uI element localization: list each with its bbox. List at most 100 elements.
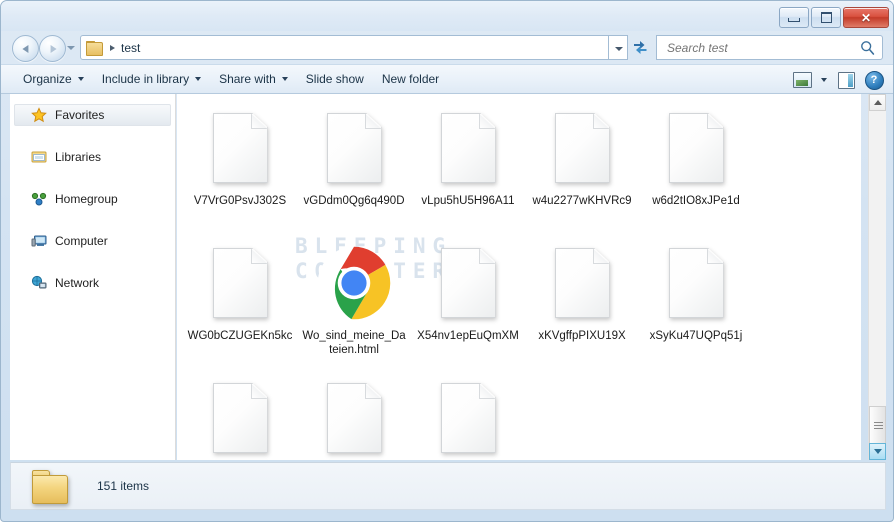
sidebar-item-homegroup[interactable]: Homegroup bbox=[14, 188, 171, 210]
search-input[interactable] bbox=[665, 39, 849, 56]
close-icon: ✕ bbox=[860, 10, 872, 25]
file-list-pane[interactable]: BLEEPING COMPUTER V7VrG0PsvJ302S vGDdm0Q… bbox=[177, 94, 861, 460]
file-grid: V7VrG0PsvJ302S vGDdm0Qg6q490D vLpu5hU5H9… bbox=[177, 94, 861, 460]
forward-button[interactable] bbox=[39, 35, 66, 62]
file-name-label: xSyKu47UQPq51j bbox=[649, 330, 743, 342]
generic-file-icon bbox=[212, 248, 268, 318]
explorer-window: ✕ test Search test Organize Include in l… bbox=[0, 0, 894, 522]
homegroup-icon bbox=[31, 191, 47, 207]
generic-file-icon bbox=[440, 248, 496, 318]
file-name-label: vLpu5hU5H96A11 bbox=[421, 195, 515, 207]
help-icon: ? bbox=[864, 70, 884, 90]
address-bar[interactable]: test bbox=[80, 35, 609, 60]
status-bar: 151 items bbox=[10, 462, 886, 510]
folder-icon bbox=[32, 469, 72, 504]
file-tile[interactable]: xSyKu47UQPq51j bbox=[639, 237, 753, 372]
generic-file-icon bbox=[554, 248, 610, 318]
file-name-label: Wo_sind_meine_Dateien.html bbox=[302, 330, 406, 356]
search-icon[interactable] bbox=[860, 40, 875, 56]
scroll-up-arrow-icon bbox=[873, 100, 882, 105]
generic-file-icon bbox=[326, 113, 382, 183]
back-button[interactable] bbox=[12, 35, 39, 62]
file-name-label: WG0bCZUGEKn5kc bbox=[187, 330, 293, 342]
window-controls: ✕ bbox=[779, 7, 889, 28]
file-tile-ransom-note[interactable]: Wo_sind_meine_Dateien.html bbox=[297, 237, 411, 372]
file-tile[interactable]: xKVgffpPIXU19X bbox=[525, 237, 639, 372]
file-name-label: V7VrG0PsvJ302S bbox=[193, 195, 287, 207]
breadcrumb-test[interactable]: test bbox=[121, 41, 140, 55]
chrome-html-icon bbox=[317, 246, 391, 320]
scroll-up-button[interactable] bbox=[869, 94, 886, 111]
network-icon bbox=[31, 275, 47, 291]
file-name-label: vGDdm0Qg6q490D bbox=[303, 195, 405, 207]
vertical-scrollbar[interactable] bbox=[868, 94, 886, 460]
toolbar-include-in-library[interactable]: Include in library bbox=[93, 67, 210, 91]
sidebar-item-favorites[interactable]: Favorites bbox=[14, 104, 171, 126]
file-tile[interactable]: vLpu5hU5H96A11 bbox=[411, 102, 525, 237]
toolbar-slide-show[interactable]: Slide show bbox=[297, 67, 373, 91]
generic-file-icon bbox=[440, 383, 496, 453]
command-toolbar: Organize Include in library Share with S… bbox=[1, 64, 893, 94]
scrollbar-thumb[interactable] bbox=[869, 406, 886, 444]
file-tile[interactable]: X54nv1epEuQmXM bbox=[411, 237, 525, 372]
file-name-label: xKVgffpPIXU19X bbox=[538, 330, 626, 342]
view-options-icon bbox=[792, 72, 812, 88]
navigation-pane: Favorites Libraries Homegroup Computer N… bbox=[10, 94, 176, 460]
view-options-button[interactable] bbox=[789, 68, 815, 92]
computer-icon bbox=[31, 233, 47, 249]
file-tile[interactable]: y80F5V7giC12Sw bbox=[297, 372, 411, 460]
chevron-down-icon bbox=[195, 77, 202, 81]
toolbar-new-folder[interactable]: New folder bbox=[373, 67, 448, 91]
refresh-icon bbox=[634, 41, 647, 54]
sidebar-item-label: Favorites bbox=[55, 108, 105, 122]
generic-file-icon bbox=[554, 113, 610, 183]
file-tile[interactable]: vGDdm0Qg6q490D bbox=[297, 102, 411, 237]
sidebar-item-computer[interactable]: Computer bbox=[14, 230, 171, 252]
file-tile[interactable] bbox=[411, 372, 525, 460]
scroll-down-arrow-icon bbox=[873, 449, 882, 454]
toolbar-organize-label: Organize bbox=[23, 72, 72, 86]
search-box[interactable] bbox=[656, 35, 883, 60]
help-button[interactable]: ? bbox=[861, 68, 887, 92]
file-name-label: w4u2277wKHVRc9 bbox=[532, 195, 632, 207]
file-name-label: w6d2tIO8xJPe1d bbox=[652, 195, 740, 207]
sidebar-item-label: Libraries bbox=[55, 150, 102, 164]
file-tile[interactable]: w4u2277wKHVRc9 bbox=[525, 102, 639, 237]
toolbar-share-with-label: Share with bbox=[219, 72, 276, 86]
file-tile[interactable]: WG0bCZUGEKn5kc bbox=[183, 237, 297, 372]
generic-file-icon bbox=[326, 383, 382, 453]
history-dropdown-icon[interactable] bbox=[67, 46, 75, 50]
toolbar-slide-show-label: Slide show bbox=[305, 72, 364, 86]
sidebar-item-libraries[interactable]: Libraries bbox=[14, 146, 171, 168]
navigation-row: test bbox=[1, 31, 893, 64]
close-button[interactable]: ✕ bbox=[843, 7, 889, 28]
scrollbar-grip-icon bbox=[874, 422, 883, 429]
generic-file-icon bbox=[212, 113, 268, 183]
toolbar-new-folder-label: New folder bbox=[381, 72, 440, 86]
restore-icon bbox=[812, 8, 840, 27]
toolbar-organize[interactable]: Organize bbox=[14, 67, 93, 91]
address-dropdown-button[interactable] bbox=[609, 35, 628, 60]
refresh-button[interactable] bbox=[628, 35, 653, 60]
chevron-down-icon bbox=[281, 77, 288, 81]
file-tile[interactable]: Xz2g83X8fI5P28 bbox=[183, 372, 297, 460]
generic-file-icon bbox=[440, 113, 496, 183]
toolbar-share-with[interactable]: Share with bbox=[210, 67, 297, 91]
scroll-down-button[interactable] bbox=[869, 443, 886, 460]
view-options-dropdown[interactable] bbox=[817, 68, 831, 92]
sidebar-item-network[interactable]: Network bbox=[14, 272, 171, 294]
chevron-down-icon bbox=[821, 78, 827, 82]
file-tile[interactable]: V7VrG0PsvJ302S bbox=[183, 102, 297, 237]
toolbar-include-in-library-label: Include in library bbox=[101, 72, 190, 86]
chevron-down-icon bbox=[77, 77, 84, 81]
maximize-button[interactable] bbox=[811, 7, 841, 28]
minimize-button[interactable] bbox=[779, 7, 809, 28]
file-name-label: X54nv1epEuQmXM bbox=[417, 330, 519, 342]
preview-pane-button[interactable] bbox=[833, 68, 859, 92]
minimize-icon bbox=[780, 8, 808, 27]
libraries-icon bbox=[31, 149, 47, 165]
item-count-label: 151 items bbox=[97, 479, 150, 493]
generic-file-icon bbox=[668, 248, 724, 318]
file-tile[interactable]: w6d2tIO8xJPe1d bbox=[639, 102, 753, 237]
preview-pane-icon bbox=[837, 71, 855, 89]
